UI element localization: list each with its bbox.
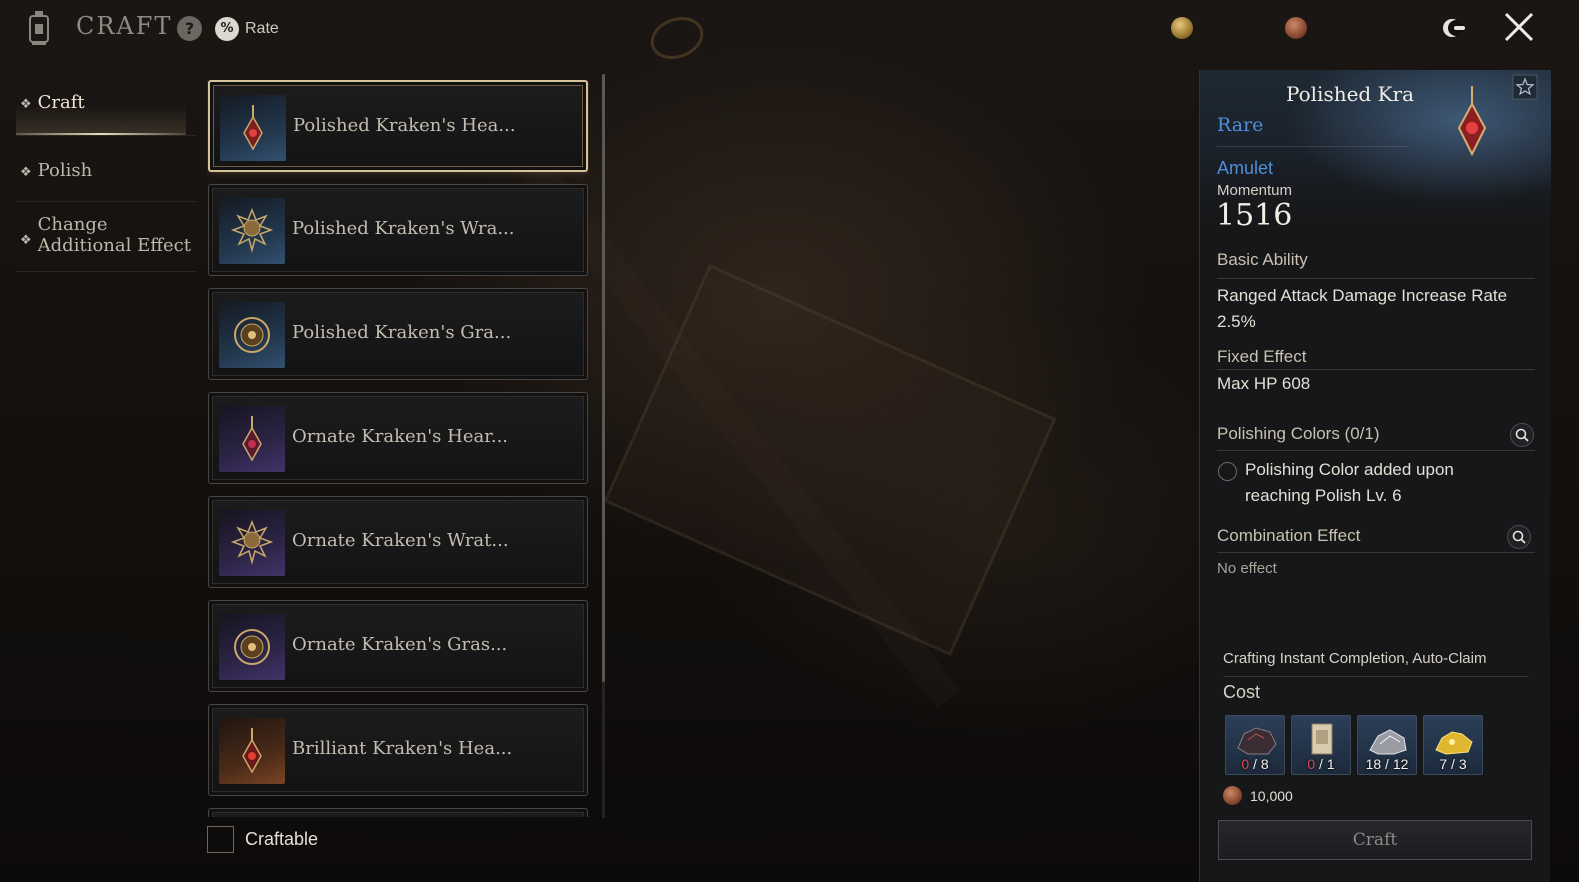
craftable-label: Craftable — [245, 829, 319, 849]
copper-coin-icon[interactable] — [1285, 17, 1307, 39]
stat-value: 1516 — [1216, 198, 1293, 233]
basic-ability-title: Basic Ability — [1217, 250, 1308, 269]
empty-slot-icon — [1218, 462, 1237, 481]
fixed-effect-title: Fixed Effect — [1217, 347, 1307, 366]
top-bar: CRAFT ? % Rate — [0, 0, 1579, 58]
item-name: Ornate Kraken's Wrat... — [292, 530, 509, 551]
dark-ore-icon — [1237, 727, 1277, 755]
silver-ore-icon — [1369, 729, 1407, 755]
list-item[interactable]: Ornate Kraken's Hear... — [208, 392, 588, 484]
item-detail-panel: Polished Kra Rare Amulet Momentum 1516 B… — [1199, 70, 1551, 882]
craftable-filter[interactable]: Craftable — [207, 826, 318, 853]
divider — [1217, 369, 1535, 370]
list-item[interactable]: Ornate Kraken's Wrat... — [208, 496, 588, 588]
item-name: Polished Kraken's Wra... — [292, 218, 515, 239]
rate-label: Rate — [245, 19, 279, 37]
heart-amulet-icon — [1457, 86, 1487, 157]
page-title: CRAFT — [76, 12, 173, 40]
instant-completion-label: Crafting Instant Completion, Auto-Claim — [1223, 650, 1487, 667]
wrath-amulet-icon — [219, 510, 285, 576]
help-button[interactable]: ? — [177, 16, 202, 41]
slot-type: Amulet — [1217, 158, 1274, 178]
list-item[interactable] — [208, 808, 588, 817]
nav-item-craft[interactable]: ❖ Craft — [16, 72, 196, 136]
material-count: 7 / 3 — [1439, 756, 1467, 772]
gold-ore-icon — [1435, 731, 1473, 755]
search-icon — [1515, 428, 1529, 442]
nav-item-label: Polish — [37, 160, 93, 181]
item-name: Polished Kraken's Hea... — [293, 115, 516, 136]
nav-item-label: Craft — [37, 92, 85, 113]
recipe-list: Polished Kraken's Hea... Polished Kraken… — [207, 80, 589, 817]
divider — [1217, 552, 1535, 553]
item-name: Ornate Kraken's Gras... — [292, 634, 508, 655]
nav-item-change-additional-effect[interactable]: ❖ Change Additional Effect — [16, 202, 196, 272]
list-item[interactable]: Ornate Kraken's Gras... — [208, 600, 588, 692]
grasp-amulet-icon — [219, 302, 285, 368]
star-icon[interactable] — [1512, 74, 1538, 100]
copper-coin-icon — [1223, 786, 1242, 805]
basic-ability-text: Ranged Attack Damage Increase Rate 2.5% — [1217, 286, 1508, 331]
diamond-icon: ❖ — [20, 233, 32, 248]
gold-cost: 10,000 — [1223, 786, 1293, 805]
combination-effect-title: Combination Effect — [1217, 526, 1361, 545]
lantern-icon — [29, 11, 49, 45]
moon-toggle-icon[interactable] — [1442, 17, 1466, 39]
nav-item-polish[interactable]: ❖ Polish — [16, 136, 196, 202]
material-count: 0 / 1 — [1307, 756, 1335, 772]
divider — [1217, 146, 1407, 147]
combination-effect-search-button[interactable] — [1507, 525, 1531, 549]
fixed-effect-text: Max HP 608 — [1217, 374, 1311, 393]
divider — [1217, 278, 1535, 279]
list-item[interactable]: Polished Kraken's Gra... — [208, 288, 588, 380]
wrath-amulet-icon — [219, 198, 285, 264]
list-item[interactable]: Polished Kraken's Wra... — [208, 184, 588, 276]
scroll-icon — [1311, 723, 1333, 755]
item-name: Polished Kraken's Gra... — [292, 322, 512, 343]
item-name: Ornate Kraken's Hear... — [292, 426, 509, 447]
rarity-label: Rare — [1217, 114, 1264, 136]
list-item[interactable]: Brilliant Kraken's Hea... — [208, 704, 588, 796]
cost-label: Cost — [1223, 682, 1261, 702]
side-nav: ❖ Craft ❖ Polish ❖ Change Additional Eff… — [16, 72, 196, 272]
diamond-icon: ❖ — [20, 97, 32, 112]
grasp-amulet-icon — [219, 614, 285, 680]
craft-button[interactable]: Craft — [1218, 820, 1532, 860]
divider — [1223, 676, 1529, 677]
item-name: Brilliant Kraken's Hea... — [292, 738, 513, 759]
diamond-icon: ❖ — [20, 165, 32, 180]
rate-button[interactable]: % Rate — [215, 16, 279, 41]
stat-label: Momentum — [1217, 182, 1293, 199]
material-slot[interactable]: 7 / 3 — [1423, 715, 1483, 775]
percent-icon: % — [215, 16, 239, 41]
polishing-colors-search-button[interactable] — [1510, 423, 1534, 447]
combination-effect-text: No effect — [1217, 560, 1277, 577]
material-count: 0 / 8 — [1241, 756, 1269, 772]
craftable-checkbox[interactable] — [207, 826, 234, 853]
gold-cost-amount: 10,000 — [1250, 787, 1293, 804]
heart-amulet-icon — [219, 406, 285, 472]
close-icon[interactable] — [1500, 8, 1538, 46]
nav-item-label: Change Additional Effect — [37, 214, 191, 256]
divider — [1217, 450, 1535, 451]
material-slot[interactable]: 0 / 1 — [1291, 715, 1351, 775]
polishing-colors-text: Polishing Color added upon reaching Poli… — [1245, 460, 1454, 505]
material-slot[interactable]: 18 / 12 — [1357, 715, 1417, 775]
heart-amulet-icon — [219, 718, 285, 784]
search-icon — [1512, 530, 1526, 544]
material-count: 18 / 12 — [1365, 756, 1409, 772]
gold-coin-icon[interactable] — [1171, 17, 1193, 39]
heart-amulet-icon — [220, 95, 286, 161]
material-slot[interactable]: 0 / 8 — [1225, 715, 1285, 775]
polishing-colors-title: Polishing Colors (0/1) — [1217, 424, 1380, 443]
list-scrollbar-thumb[interactable] — [602, 74, 605, 682]
list-item[interactable]: Polished Kraken's Hea... — [208, 80, 588, 172]
